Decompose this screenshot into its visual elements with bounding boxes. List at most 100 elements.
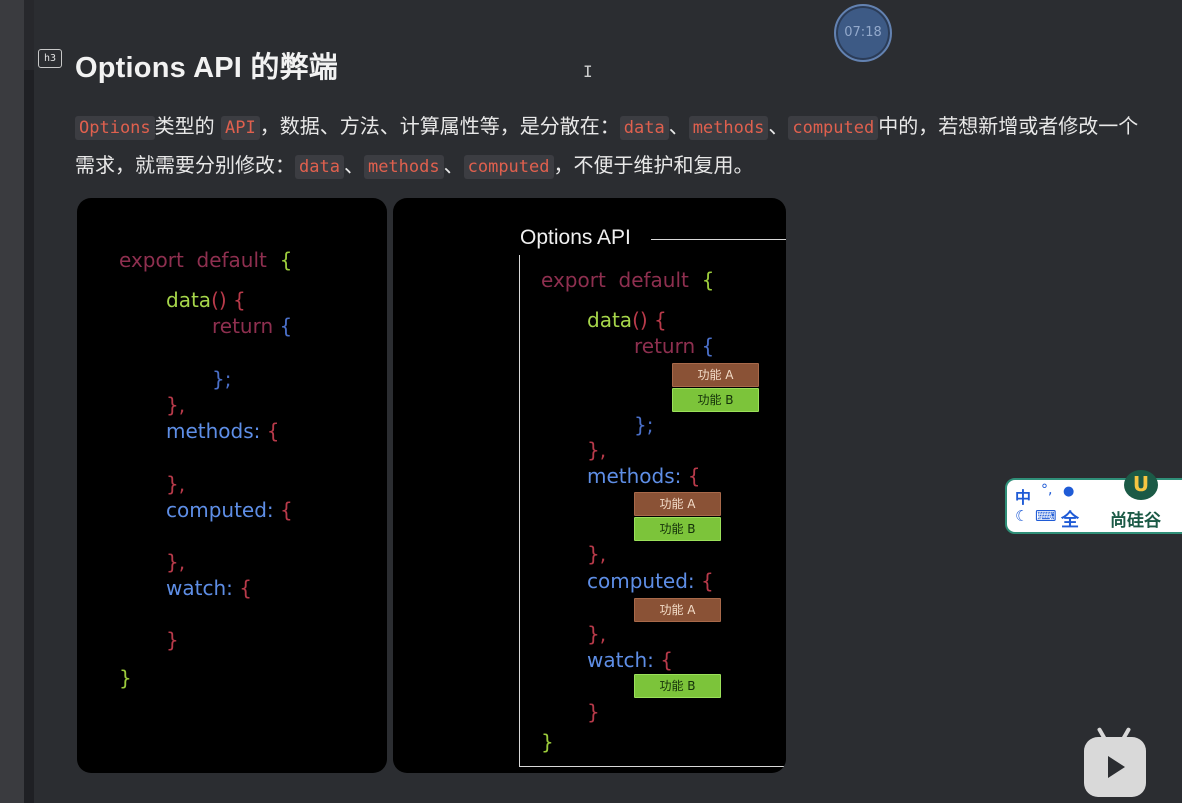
- feature-a-tag: 功能 A: [634, 492, 721, 516]
- brace: };: [634, 413, 654, 437]
- brand-logo: U: [1124, 470, 1158, 500]
- brace: }: [119, 666, 132, 690]
- feature-a-tag: 功能 A: [672, 363, 759, 387]
- code-line-data: data() {: [166, 288, 246, 312]
- code-line-final: }: [119, 666, 132, 690]
- para-text: 、: [443, 153, 464, 177]
- code-line-final: }: [541, 730, 554, 754]
- frame-line: [519, 255, 520, 767]
- code-line-watch: watch: {: [587, 648, 673, 672]
- data-function: data: [166, 288, 212, 312]
- keyword-export-default: export default: [119, 248, 267, 272]
- ime-toolbar[interactable]: 中 °, ● ☾ ⌨ 全 U 尚硅谷: [1005, 470, 1182, 534]
- code-image-right: Options API export default { data() { re…: [393, 198, 786, 773]
- data-function: data: [587, 308, 633, 332]
- inline-code: API: [221, 116, 260, 140]
- feature-b-tag: 功能 B: [672, 388, 759, 412]
- moon-icon[interactable]: ☾: [1015, 507, 1028, 525]
- methods-key: methods:: [587, 464, 682, 488]
- brace: {: [239, 576, 252, 600]
- brace: {: [266, 419, 280, 443]
- inline-code: data: [619, 116, 669, 140]
- brace: {: [687, 464, 701, 488]
- feature-a-tag: 功能 A: [634, 598, 721, 622]
- feature-b-tag: 功能 B: [634, 517, 721, 541]
- brace: },: [166, 550, 186, 574]
- keyword-return: return: [212, 314, 274, 338]
- code-line-export: export default {: [541, 268, 714, 292]
- video-timer-badge[interactable]: 07:18: [834, 4, 892, 62]
- code-line-return-close: };: [634, 413, 653, 437]
- brace: {: [279, 314, 293, 338]
- frame-line: [651, 239, 786, 240]
- brace: };: [212, 367, 232, 391]
- code-image-left: export default { data() { return { }; },…: [77, 198, 387, 773]
- brace: }: [541, 730, 554, 754]
- watch-key: watch:: [587, 648, 654, 672]
- code-line-computed: computed: {: [587, 569, 714, 593]
- brace: {: [279, 248, 293, 272]
- brace: {: [701, 268, 715, 292]
- tv-antenna-icon: [1120, 726, 1132, 742]
- ime-width-toggle[interactable]: 全: [1061, 506, 1079, 532]
- keyword-export-default: export default: [541, 268, 689, 292]
- para-text: ，数据、方法、计算属性等，是分散在：: [259, 114, 620, 138]
- brace: {: [660, 648, 673, 672]
- para-text: 、: [668, 114, 689, 138]
- code-line-export: export default {: [119, 248, 292, 272]
- brace: {: [654, 308, 667, 332]
- code-line-methods-close: },: [166, 472, 185, 496]
- code-line-watch-close: }: [587, 700, 600, 724]
- bilibili-play-button[interactable]: [1084, 726, 1146, 797]
- code-line-data-close: },: [587, 438, 606, 462]
- code-line-return: return {: [634, 334, 714, 358]
- computed-key: computed:: [166, 498, 274, 522]
- code-line-return-close: };: [212, 367, 231, 391]
- para-text: ，不便于维护和复用。: [553, 153, 754, 177]
- code-line-computed-close: },: [166, 550, 185, 574]
- parens: (): [211, 288, 227, 312]
- parens: (): [632, 308, 648, 332]
- brace: },: [587, 542, 607, 566]
- play-icon: [1108, 756, 1125, 778]
- gutter-scroll-track[interactable]: [24, 70, 34, 803]
- code-line-data-close: },: [166, 393, 185, 417]
- brand-name: 尚硅谷: [1110, 511, 1161, 531]
- user-icon[interactable]: ●: [1063, 484, 1074, 499]
- inline-code: data: [295, 155, 344, 179]
- options-api-label: Options API: [520, 226, 631, 249]
- keyboard-icon[interactable]: ⌨: [1035, 507, 1057, 525]
- left-gutter: [0, 0, 24, 803]
- heading-level-badge: h3: [38, 49, 62, 68]
- methods-key: methods:: [166, 419, 261, 443]
- para-text: 、: [343, 153, 364, 177]
- description-paragraph: Options 类型的 API ，数据、方法、计算属性等，是分散在： data、 met…: [75, 108, 1155, 186]
- computed-key: computed:: [587, 569, 695, 593]
- ime-punctuation-toggle[interactable]: °,: [1041, 482, 1052, 498]
- code-line-watch: watch: {: [166, 576, 252, 600]
- code-line-methods: methods: {: [166, 419, 280, 443]
- brace: },: [166, 472, 186, 496]
- frame-line: [519, 766, 786, 767]
- para-text: 、: [768, 114, 789, 138]
- brace: },: [587, 622, 607, 646]
- code-line-return: return {: [212, 314, 292, 338]
- watch-key: watch:: [166, 576, 233, 600]
- code-line-methods-close: },: [587, 542, 606, 566]
- inline-code: computed: [788, 116, 879, 140]
- brace: }: [166, 628, 179, 652]
- brace: {: [701, 569, 714, 593]
- brace: }: [587, 700, 600, 724]
- inline-code: Options: [75, 116, 155, 140]
- text-cursor-icon: I: [583, 62, 593, 81]
- brace: {: [233, 288, 246, 312]
- ime-language-toggle[interactable]: 中: [1015, 484, 1031, 508]
- feature-b-tag: 功能 B: [634, 674, 721, 698]
- code-line-computed: computed: {: [166, 498, 293, 522]
- code-line-methods: methods: {: [587, 464, 701, 488]
- brace: {: [280, 498, 293, 522]
- code-line-data: data() {: [587, 308, 667, 332]
- code-line-computed-close: },: [587, 622, 606, 646]
- brace: {: [701, 334, 715, 358]
- keyword-return: return: [634, 334, 696, 358]
